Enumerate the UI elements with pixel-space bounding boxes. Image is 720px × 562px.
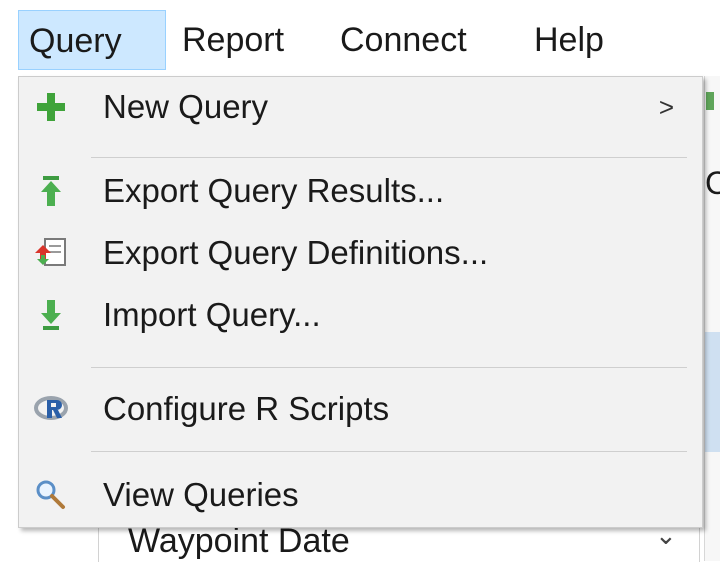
menu-bar: Query Report Connect Help (0, 0, 720, 76)
menu-item-export-query-results[interactable]: Export Query Results... (19, 161, 702, 221)
menu-item-import-query[interactable]: Import Query... (19, 285, 702, 345)
menu-item-export-query-definitions[interactable]: Export Query Definitions... (19, 223, 702, 283)
menu-item-label: Configure R Scripts (103, 390, 390, 427)
background-green-mark (706, 92, 714, 110)
query-dropdown-menu: New Query > Export Query Results... Expo… (18, 76, 703, 528)
export-definitions-icon (33, 235, 69, 271)
menu-item-new-query[interactable]: New Query > (19, 77, 702, 137)
menu-item-label: Import Query... (103, 296, 321, 333)
menu-separator (91, 367, 687, 368)
magnifier-icon (33, 477, 69, 513)
import-arrow-down-icon (33, 297, 69, 333)
menu-item-label: View Queries (103, 476, 299, 513)
background-window-edge (704, 76, 720, 561)
menu-separator (91, 451, 687, 452)
background-selected-row (705, 332, 720, 452)
background-partial-text: C (705, 165, 720, 201)
menu-item-label: New Query (103, 88, 269, 125)
plus-icon (33, 89, 69, 125)
menu-help[interactable]: Help (524, 10, 614, 70)
menu-item-label: Export Query Results... (103, 172, 445, 209)
r-logo-icon (33, 391, 69, 427)
submenu-arrow-icon: > (658, 92, 674, 122)
menu-connect[interactable]: Connect (330, 10, 477, 70)
menu-query[interactable]: Query (18, 10, 166, 70)
export-arrow-up-icon (33, 173, 69, 209)
menu-item-label: Export Query Definitions... (103, 234, 489, 271)
menu-report[interactable]: Report (172, 10, 294, 70)
menu-item-view-queries[interactable]: View Queries (19, 465, 702, 525)
menu-separator (91, 157, 687, 158)
menu-item-configure-r-scripts[interactable]: Configure R Scripts (19, 379, 702, 439)
